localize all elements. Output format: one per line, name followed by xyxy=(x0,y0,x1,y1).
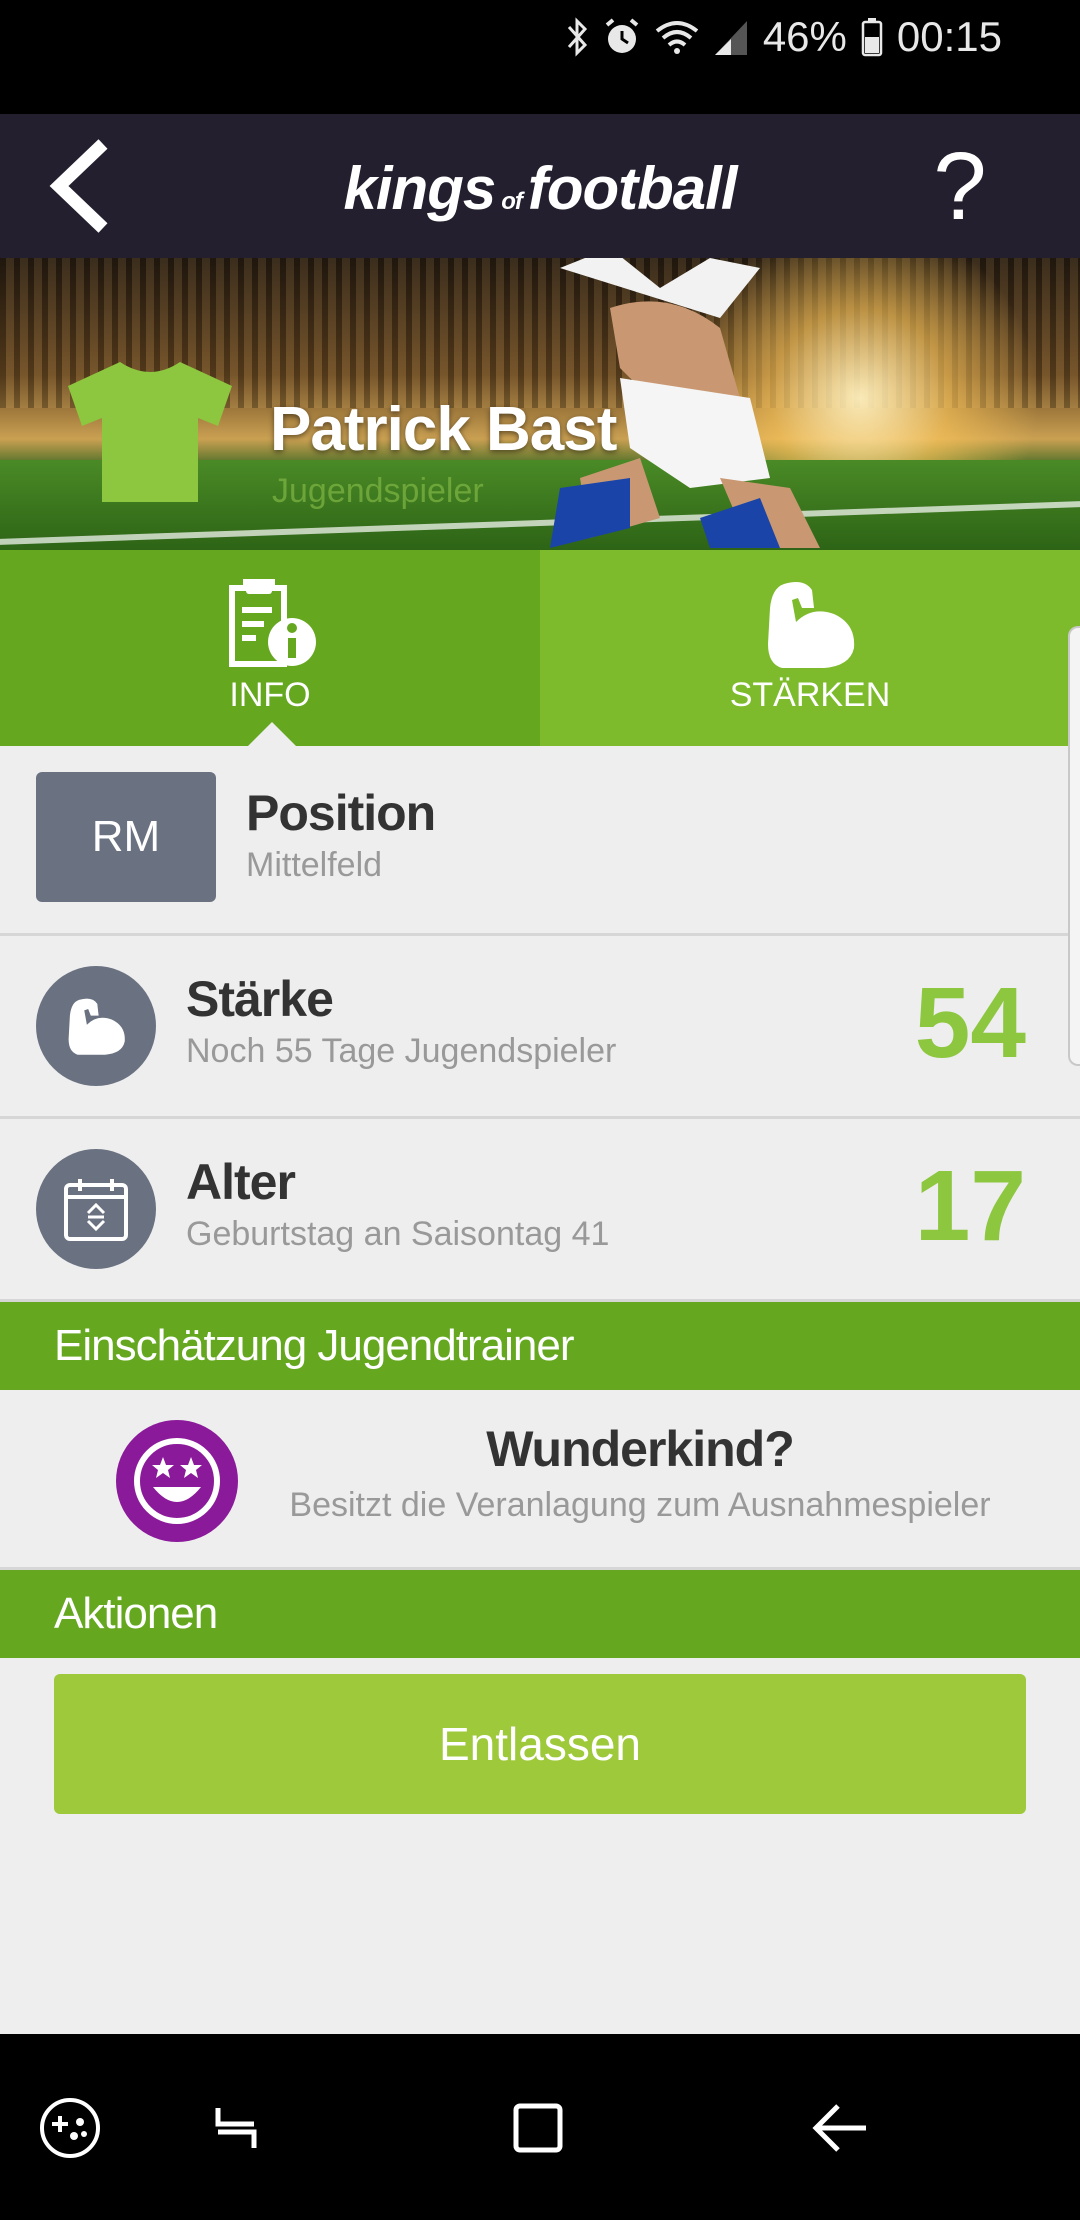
strength-row: Stärke Noch 55 Tage Jugendspieler 54 xyxy=(0,936,1080,1119)
system-navigation-bar xyxy=(0,2034,1080,2220)
side-drawer-handle[interactable] xyxy=(1068,626,1080,1066)
player-category: Jugendspieler xyxy=(272,472,484,510)
position-row: RM Position Mittelfeld xyxy=(0,746,1080,936)
age-icon-badge xyxy=(36,1149,156,1269)
home-button[interactable] xyxy=(502,2092,574,2164)
app-header: kings of football ? xyxy=(0,114,1080,258)
age-row: Alter Geburtstag an Saisontag 41 17 xyxy=(0,1119,1080,1302)
tab-bar: INFO STÄRKEN xyxy=(0,550,1080,746)
logo-of: of xyxy=(501,188,523,215)
status-bar: 46% 00:15 xyxy=(0,0,1080,114)
strength-value: 54 xyxy=(914,967,1026,1079)
position-title: Position xyxy=(246,785,436,841)
back-nav-button[interactable] xyxy=(804,2092,876,2164)
alarm-icon xyxy=(603,17,641,57)
gamepad-icon xyxy=(40,2098,100,2158)
tab-info-label: INFO xyxy=(229,676,311,714)
tab-strengths[interactable]: STÄRKEN xyxy=(540,550,1080,746)
content-area: RM Position Mittelfeld Stärke Noch 55 Ta… xyxy=(0,746,1080,2034)
tab-info[interactable]: INFO xyxy=(0,550,540,746)
bluetooth-icon xyxy=(565,17,589,57)
position-badge: RM xyxy=(36,772,216,902)
logo-football: football xyxy=(527,155,738,222)
logo-kings: kings xyxy=(343,155,497,222)
assessment-section-header: Einschätzung Jugendtrainer xyxy=(0,1302,1080,1390)
status-icons: 46% 00:15 xyxy=(565,12,1002,62)
recent-apps-icon xyxy=(215,2108,257,2148)
assessment-subtitle: Besitzt die Veranlagung zum Ausnahmespie… xyxy=(289,1486,991,1524)
home-square-icon xyxy=(513,2103,563,2153)
strength-title: Stärke xyxy=(186,971,334,1027)
flexed-arm-icon xyxy=(68,998,125,1055)
starstruck-face-icon xyxy=(116,1420,238,1542)
age-subtitle: Geburtstag an Saisontag 41 xyxy=(186,1215,610,1253)
assessment-title: Wunderkind? xyxy=(486,1421,795,1477)
tab-strengths-label: STÄRKEN xyxy=(729,676,891,714)
recent-apps-button[interactable] xyxy=(200,2092,272,2164)
position-value: Mittelfeld xyxy=(246,846,383,884)
battery-icon xyxy=(861,17,883,57)
back-arrow-icon xyxy=(812,2104,866,2152)
player-name: Patrick Bast xyxy=(270,395,617,464)
active-tab-indicator xyxy=(248,722,296,746)
calendar-icon xyxy=(64,1179,128,1241)
clock: 00:15 xyxy=(896,13,1002,60)
strength-icon-badge xyxy=(36,966,156,1086)
app-logo: kings of football xyxy=(0,154,1080,223)
actions-section-header: Aktionen xyxy=(0,1570,1080,1658)
assessment-row: Wunderkind? Besitzt die Veranlagung zum … xyxy=(0,1390,1080,1570)
player-banner: Patrick Bast Jugendspieler xyxy=(0,258,1080,550)
age-title: Alter xyxy=(186,1154,296,1210)
strength-subtitle: Noch 55 Tage Jugendspieler xyxy=(186,1032,617,1070)
wifi-icon xyxy=(655,17,699,57)
game-tools-button[interactable] xyxy=(34,2092,106,2164)
flexed-arm-icon xyxy=(762,578,858,675)
signal-icon xyxy=(713,17,749,57)
shirt-icon xyxy=(68,362,232,502)
age-value: 17 xyxy=(914,1150,1026,1262)
info-document-icon xyxy=(222,578,318,675)
help-button[interactable]: ? xyxy=(920,132,1000,242)
battery-percent: 46% xyxy=(762,13,847,60)
dismiss-button[interactable]: Entlassen xyxy=(54,1674,1026,1814)
